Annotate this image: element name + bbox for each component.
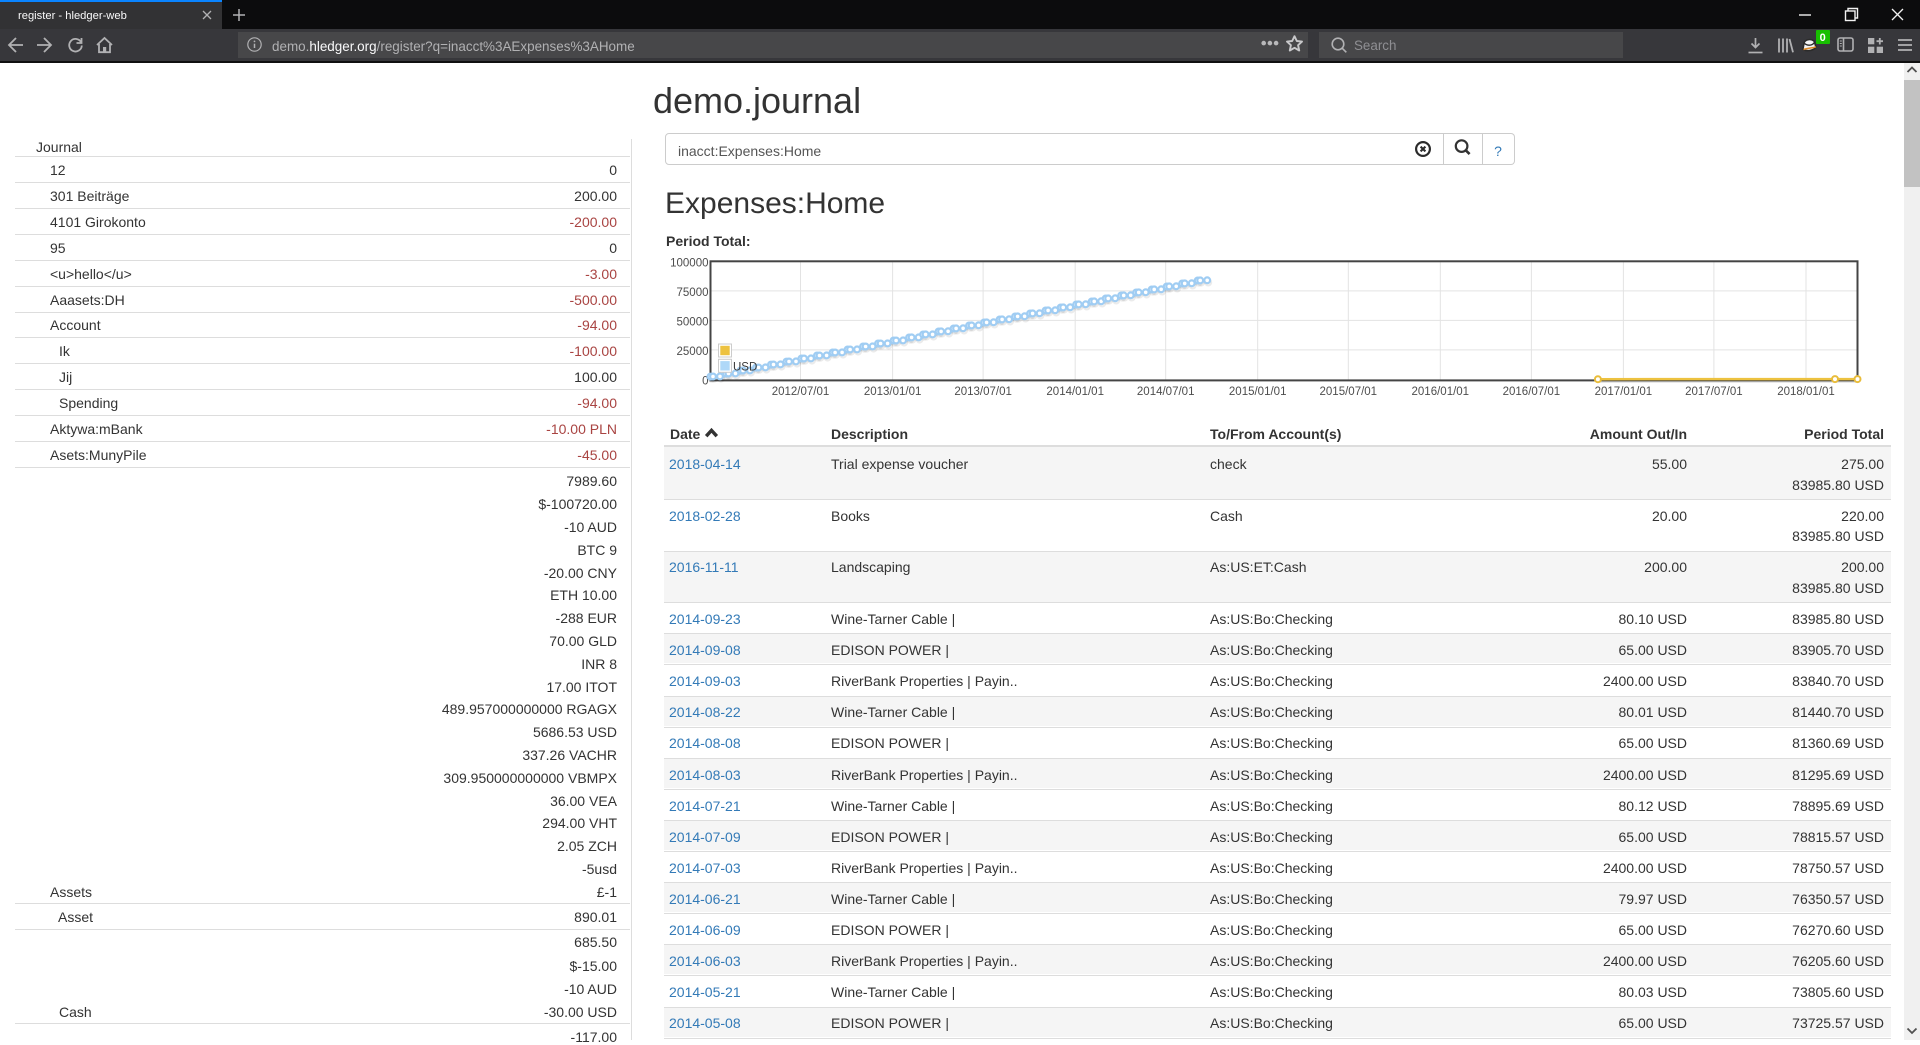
svg-text:2016/07/01: 2016/07/01: [1503, 386, 1561, 398]
svg-text:2013/01/01: 2013/01/01: [864, 386, 922, 398]
svg-text:2012/07/01: 2012/07/01: [772, 386, 830, 398]
svg-text:2015/07/01: 2015/07/01: [1320, 386, 1378, 398]
svg-text:2017/07/01: 2017/07/01: [1685, 386, 1743, 398]
svg-text:2018/01/01: 2018/01/01: [1777, 386, 1835, 398]
svg-text:50000: 50000: [677, 316, 709, 328]
svg-text:75000: 75000: [677, 287, 709, 299]
svg-text:2013/07/01: 2013/07/01: [954, 386, 1012, 398]
svg-text:100000: 100000: [670, 257, 708, 269]
svg-text:2017/01/01: 2017/01/01: [1595, 386, 1653, 398]
svg-text:2014/01/01: 2014/01/01: [1046, 386, 1104, 398]
svg-text:2016/01/01: 2016/01/01: [1412, 386, 1470, 398]
svg-text:USD: USD: [733, 361, 757, 373]
svg-text:2014/07/01: 2014/07/01: [1137, 386, 1195, 398]
svg-text:2015/01/01: 2015/01/01: [1229, 386, 1287, 398]
svg-text:25000: 25000: [677, 346, 709, 358]
